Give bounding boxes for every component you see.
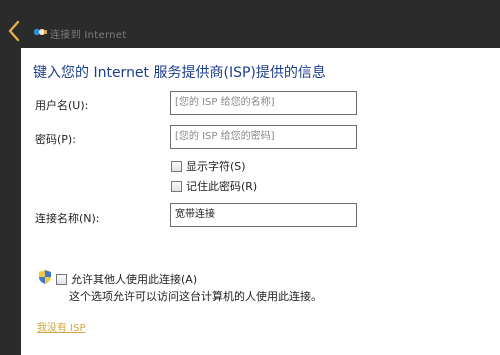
title-bar: 连接到 Internet xyxy=(0,0,500,48)
window-title: 连接到 Internet xyxy=(50,30,127,41)
page-heading: 键入您的 Internet 服务提供商(ISP)提供的信息 xyxy=(33,65,326,81)
no-isp-link[interactable]: 我没有 ISP xyxy=(37,319,86,334)
remember-password-label: 记住此密码(R) xyxy=(186,180,258,193)
connection-name-input[interactable]: 宽带连接 xyxy=(170,203,357,227)
username-input[interactable]: [您的 ISP 给您的名称] xyxy=(170,91,357,115)
network-connection-icon xyxy=(33,28,47,36)
back-arrow-icon[interactable] xyxy=(6,20,22,42)
allow-others-label: 允许其他人使用此连接(A) xyxy=(71,273,198,286)
show-characters-label: 显示字符(S) xyxy=(186,160,246,173)
allow-others-checkbox[interactable]: 允许其他人使用此连接(A) xyxy=(56,271,197,287)
checkbox-box[interactable] xyxy=(171,160,182,172)
password-label: 密码(P): xyxy=(35,133,76,146)
remember-password-checkbox[interactable]: 记住此密码(R) xyxy=(171,178,257,194)
connection-form-panel: 键入您的 Internet 服务提供商(ISP)提供的信息 用户名(U): [您… xyxy=(21,48,500,355)
checkbox-box[interactable] xyxy=(56,273,67,285)
checkbox-box[interactable] xyxy=(171,180,182,192)
show-characters-checkbox[interactable]: 显示字符(S) xyxy=(171,158,246,174)
username-label: 用户名(U): xyxy=(35,99,89,112)
uac-shield-icon xyxy=(39,270,51,284)
allow-others-description: 这个选项允许可以访问这台计算机的人使用此连接。 xyxy=(69,290,322,303)
password-input[interactable]: [您的 ISP 给您的密码] xyxy=(170,125,357,149)
connection-name-label: 连接名称(N): xyxy=(35,212,100,225)
